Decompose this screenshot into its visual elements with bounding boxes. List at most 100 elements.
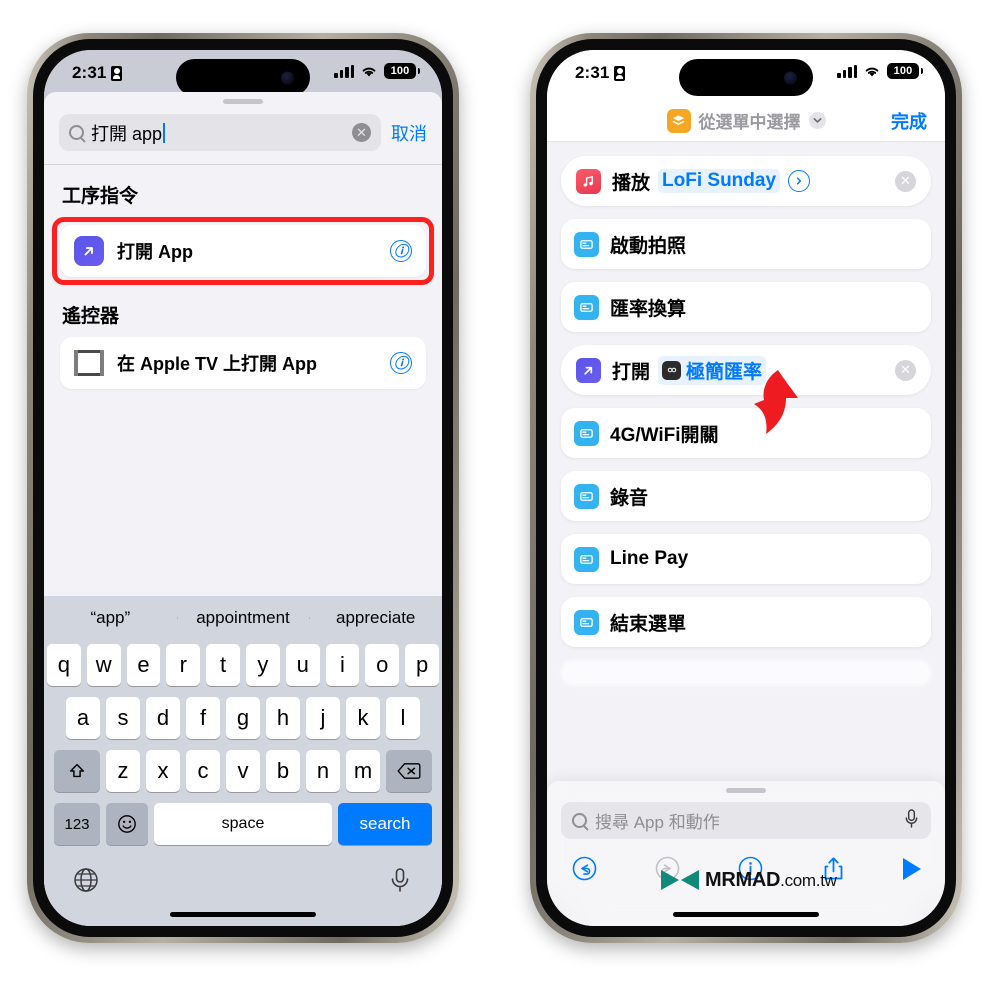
highlight-box: 打開 App ⓘ <box>52 217 434 285</box>
key-e[interactable]: e <box>126 644 161 686</box>
action-verb: 結束選單 <box>610 613 687 635</box>
prediction-1[interactable]: appointment <box>176 608 310 628</box>
left-phone-frame: 2:31 100 打開 app ✕ 取消 工序指令 打開 App ⓘ 遙控器 在… <box>27 33 459 943</box>
red-arrow-annotation <box>754 370 798 434</box>
key-v[interactable]: v <box>226 750 260 792</box>
action-row-end-menu[interactable]: 結束選單 <box>561 597 931 647</box>
space-key[interactable]: space <box>154 803 332 845</box>
result-row-apple-tv[interactable]: 在 Apple TV 上打開 App ⓘ <box>60 337 426 389</box>
key-b[interactable]: b <box>266 750 300 792</box>
key-r[interactable]: r <box>166 644 201 686</box>
result-label: 在 Apple TV 上打開 App <box>117 354 317 374</box>
status-right: 100 <box>837 63 923 79</box>
cancel-button[interactable]: 取消 <box>391 120 427 146</box>
mrmad-logo-icon <box>659 867 701 893</box>
done-button[interactable]: 完成 <box>891 108 927 134</box>
key-p[interactable]: p <box>405 644 439 686</box>
prediction-0[interactable]: “app” <box>44 608 177 628</box>
search-icon <box>69 125 84 140</box>
microphone-icon[interactable] <box>386 866 414 899</box>
key-h[interactable]: h <box>266 697 300 739</box>
action-text: 匯率換算 <box>610 294 686 321</box>
remove-action-button[interactable]: ✕ <box>895 170 916 192</box>
bottom-panel: 搜尋 App 和動作 MRMAD.com.tw <box>547 781 945 926</box>
app-action-search-input[interactable]: 搜尋 App 和動作 <box>561 802 931 839</box>
action-row-line-pay[interactable]: Line Pay <box>561 534 931 584</box>
prediction-2[interactable]: appreciate <box>309 608 442 628</box>
key-j[interactable]: j <box>306 697 340 739</box>
result-row-open-app[interactable]: 打開 App ⓘ <box>60 225 426 277</box>
shortcut-title-group[interactable]: 從選單中選擇 <box>666 108 826 133</box>
info-button[interactable]: ⓘ <box>390 352 412 374</box>
shortcut-header: 從選單中選擇 完成 <box>547 100 945 142</box>
key-t[interactable]: t <box>206 644 240 686</box>
key-u[interactable]: u <box>285 644 320 686</box>
undo-icon[interactable] <box>571 855 598 882</box>
action-row-play[interactable]: 播放 LoFi Sunday ✕ <box>561 156 931 206</box>
home-indicator[interactable] <box>170 912 316 917</box>
result-label: 打開 App <box>117 242 193 262</box>
key-g[interactable]: g <box>226 697 260 739</box>
search-row: 打開 app ✕ 取消 <box>44 104 442 164</box>
key-k[interactable]: k <box>346 697 380 739</box>
key-x[interactable]: x <box>146 750 180 792</box>
info-button[interactable]: ⓘ <box>390 240 412 262</box>
key-f[interactable]: f <box>186 697 220 739</box>
rate-app-icon <box>662 360 682 380</box>
action-text: Line Pay <box>610 548 688 570</box>
shortcut-icon <box>574 420 599 446</box>
search-key[interactable]: search <box>338 803 432 845</box>
key-y[interactable]: y <box>246 644 280 686</box>
keyboard-row-3: z x c v b n m <box>44 750 442 792</box>
action-text: 啟動拍照 <box>610 231 686 258</box>
shortcut-icon <box>574 483 599 509</box>
search-icon <box>572 813 587 828</box>
remove-action-button[interactable]: ✕ <box>895 359 916 381</box>
action-text: 錄音 <box>610 483 648 510</box>
action-text: 4G/WiFi開關 <box>610 420 719 447</box>
key-a[interactable]: a <box>66 697 100 739</box>
editor-toolbar: MRMAD.com.tw <box>547 839 945 891</box>
key-q[interactable]: q <box>47 644 81 686</box>
key-d[interactable]: d <box>146 697 180 739</box>
keyboard-row-1: q w e r t y u i o p <box>44 644 442 686</box>
key-o[interactable]: o <box>365 644 400 686</box>
numbers-key[interactable]: 123 <box>54 803 100 845</box>
play-icon[interactable] <box>903 857 921 880</box>
open-app-icon <box>576 357 601 383</box>
panel-grabber[interactable] <box>726 788 766 793</box>
microphone-icon[interactable] <box>903 808 920 834</box>
wifi-icon <box>863 65 881 78</box>
key-n[interactable]: n <box>306 750 340 792</box>
action-parameter[interactable]: LoFi Sunday <box>658 169 781 193</box>
status-time: 2:31 <box>72 63 107 82</box>
key-w[interactable]: w <box>86 644 121 686</box>
key-z[interactable]: z <box>106 750 140 792</box>
home-indicator[interactable] <box>673 912 819 917</box>
screenshot-canvas: 2:31 100 打開 app ✕ 取消 工序指令 打開 App ⓘ 遙控器 在… <box>0 0 1000 985</box>
chevron-right-icon[interactable] <box>788 170 811 192</box>
shift-arrow-icon[interactable] <box>54 750 100 792</box>
key-l[interactable]: l <box>386 697 420 739</box>
action-verb: 打開 <box>612 361 651 383</box>
backspace-icon[interactable] <box>386 750 432 792</box>
search-results: 工序指令 打開 App ⓘ 遙控器 在 Apple TV 上打開 App ⓘ <box>44 165 442 389</box>
action-row-currency[interactable]: 匯率換算 <box>561 282 931 332</box>
action-row-camera[interactable]: 啟動拍照 <box>561 219 931 269</box>
key-i[interactable]: i <box>325 644 360 686</box>
action-row-record[interactable]: 錄音 <box>561 471 931 521</box>
action-verb: 4G/WiFi開關 <box>610 424 719 446</box>
obscured-action-row <box>561 660 931 686</box>
chevron-down-icon[interactable] <box>808 112 826 129</box>
status-time: 2:31 <box>575 63 610 82</box>
globe-icon[interactable] <box>72 866 100 899</box>
clear-search-button[interactable]: ✕ <box>352 123 371 142</box>
key-s[interactable]: s <box>106 697 140 739</box>
lock-portrait-icon <box>111 65 123 81</box>
action-text: 結束選單 <box>610 609 686 636</box>
key-m[interactable]: m <box>346 750 380 792</box>
search-input[interactable]: 打開 app ✕ <box>59 114 381 151</box>
emoji-smiley-icon[interactable] <box>106 803 148 845</box>
key-c[interactable]: c <box>186 750 220 792</box>
keyboard-row-4: 123 space search <box>44 803 442 845</box>
